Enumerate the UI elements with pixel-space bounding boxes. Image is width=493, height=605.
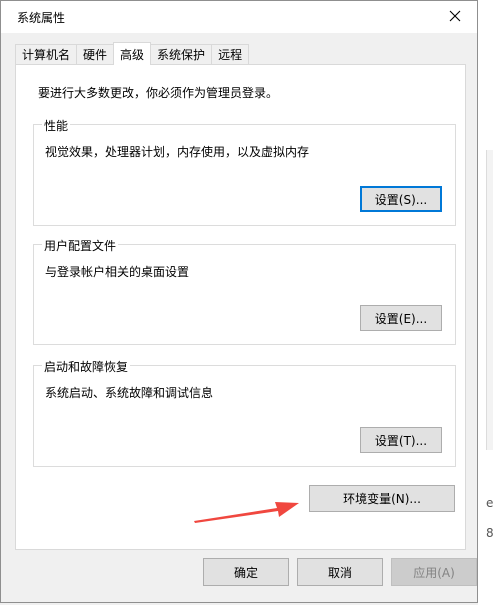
tab-advanced[interactable]: 高级 <box>113 42 152 65</box>
user-profiles-settings-button[interactable]: 设置(E)... <box>360 305 442 331</box>
performance-settings-button[interactable]: 设置(S)... <box>360 186 442 212</box>
advanced-tab-panel: 要进行大多数更改，你必须作为管理员登录。 性能 视觉效果，处理器计划，内存使用，… <box>15 64 466 550</box>
admin-note: 要进行大多数更改，你必须作为管理员登录。 <box>38 86 279 100</box>
startup-recovery-group: 启动和故障恢复 系统启动、系统故障和调试信息 设置(T)... <box>33 358 456 467</box>
startup-recovery-description: 系统启动、系统故障和调试信息 <box>45 386 214 400</box>
tab-strip: 计算机名 硬件 高级 系统保护 远程 <box>15 42 250 65</box>
tab-computer-name[interactable]: 计算机名 <box>15 44 78 64</box>
background-fragment: e <box>486 496 493 510</box>
close-button[interactable] <box>435 1 475 31</box>
close-icon <box>449 10 461 22</box>
apply-button[interactable]: 应用(A) <box>391 558 477 586</box>
performance-group: 性能 视觉效果，处理器计划，内存使用，以及虚拟内存 设置(S)... <box>33 117 456 226</box>
title-bar[interactable]: 系统属性 <box>1 1 477 33</box>
user-profiles-group: 用户配置文件 与登录帐户相关的桌面设置 设置(E)... <box>33 237 456 345</box>
cancel-button[interactable]: 取消 <box>297 558 383 586</box>
user-profiles-description: 与登录帐户相关的桌面设置 <box>45 265 190 279</box>
background-fragment: 8 <box>486 526 493 540</box>
background-window-panel <box>486 150 493 450</box>
system-properties-dialog: 系统属性 计算机名 硬件 高级 系统保护 远程 要进行大多数更改，你必须作为管理… <box>0 0 478 603</box>
ok-button[interactable]: 确定 <box>203 558 289 586</box>
environment-variables-button[interactable]: 环境变量(N)... <box>309 485 455 512</box>
user-profiles-group-title: 用户配置文件 <box>42 237 119 254</box>
startup-recovery-settings-button[interactable]: 设置(T)... <box>360 427 442 453</box>
startup-recovery-group-title: 启动和故障恢复 <box>42 358 131 375</box>
tab-remote[interactable]: 远程 <box>211 44 250 64</box>
tab-system-protection[interactable]: 系统保护 <box>150 44 213 64</box>
background-window-text: e 8 <box>486 488 493 548</box>
performance-description: 视觉效果，处理器计划，内存使用，以及虚拟内存 <box>45 145 310 159</box>
window-title: 系统属性 <box>17 11 66 25</box>
performance-group-title: 性能 <box>42 117 71 134</box>
tab-hardware[interactable]: 硬件 <box>76 44 115 64</box>
